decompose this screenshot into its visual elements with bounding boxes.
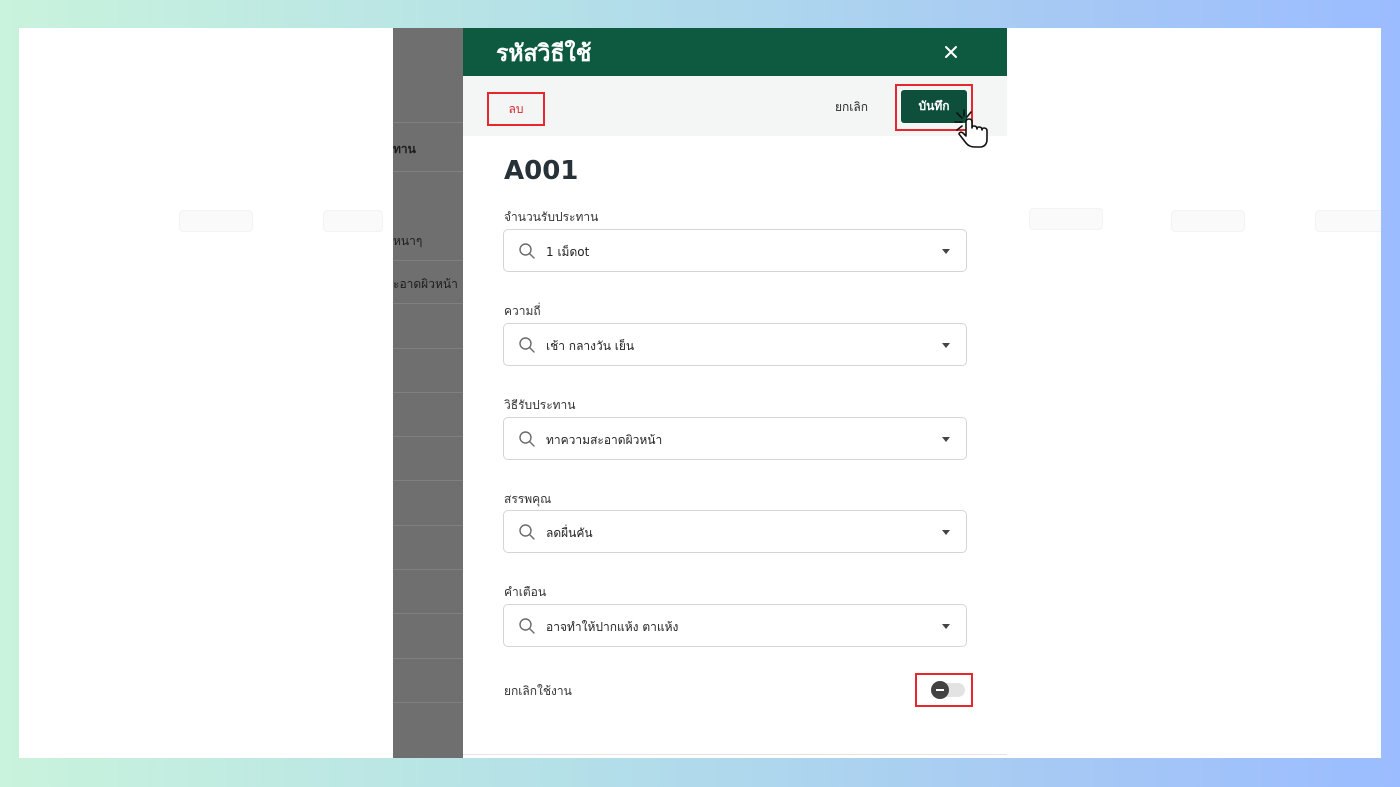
search-icon bbox=[519, 618, 535, 634]
divider bbox=[463, 754, 1007, 755]
field-label: คำเตือน bbox=[504, 585, 547, 599]
search-icon bbox=[519, 524, 535, 540]
method-select[interactable]: ทาความสะอาดผิวหน้า bbox=[503, 417, 967, 460]
background-pill bbox=[1171, 210, 1245, 232]
search-icon bbox=[519, 243, 535, 259]
code-title: A001 bbox=[504, 156, 579, 186]
background-pill bbox=[1315, 210, 1381, 232]
close-icon[interactable] bbox=[939, 40, 963, 64]
background-list: ทาน หนาๆ ะอาดผิวหน้า bbox=[393, 28, 463, 758]
select-value: อาจทำให้ปากแห้ง ตาแห้ง bbox=[546, 620, 679, 634]
background-list-row: ะอาดผิวหน้า bbox=[393, 277, 458, 291]
chevron-down-icon bbox=[942, 249, 950, 254]
cancel-button[interactable]: ยกเลิก bbox=[835, 98, 868, 117]
divider bbox=[393, 658, 463, 659]
modal-header: รหัสวิธีใช้ bbox=[463, 28, 1007, 76]
chevron-down-icon bbox=[942, 530, 950, 535]
disable-toggle[interactable] bbox=[931, 681, 965, 699]
select-value: 1 เม็ดot bbox=[546, 245, 590, 259]
divider bbox=[393, 702, 463, 703]
field-label: วิธีรับประทาน bbox=[504, 398, 576, 412]
background-list-row: หนาๆ bbox=[393, 234, 423, 248]
divider bbox=[393, 392, 463, 393]
divider bbox=[393, 260, 463, 261]
action-bar: ลบ ยกเลิก บันทึก bbox=[463, 76, 1007, 136]
chevron-down-icon bbox=[942, 624, 950, 629]
properties-select[interactable]: ลดผื่นคัน bbox=[503, 510, 967, 553]
search-icon bbox=[519, 431, 535, 447]
delete-button[interactable]: ลบ bbox=[487, 92, 545, 126]
select-value: ทาความสะอาดผิวหน้า bbox=[546, 433, 663, 447]
chevron-down-icon bbox=[942, 437, 950, 442]
chevron-down-icon bbox=[942, 343, 950, 348]
divider bbox=[393, 348, 463, 349]
select-value: เช้า กลางวัน เย็น bbox=[546, 339, 635, 353]
background-pill bbox=[1029, 208, 1103, 230]
field-label: สรรพคุณ bbox=[504, 492, 552, 506]
field-label: ความถี่ bbox=[504, 304, 541, 318]
frequency-select[interactable]: เช้า กลางวัน เย็น bbox=[503, 323, 967, 366]
modal-title: รหัสวิธีใช้ bbox=[496, 41, 592, 67]
divider bbox=[393, 436, 463, 437]
background-pill bbox=[323, 210, 383, 232]
dosage-select[interactable]: 1 เม็ดot bbox=[503, 229, 967, 272]
screenshot-frame: ทาน หนาๆ ะอาดผิวหน้า รหัสวิธีใช้ ลบ ยกเล… bbox=[19, 28, 1381, 758]
disable-toggle-label: ยกเลิกใช้งาน bbox=[504, 684, 572, 698]
background-list-header-text: ทาน bbox=[393, 142, 416, 156]
divider bbox=[393, 480, 463, 481]
usage-code-modal: รหัสวิธีใช้ ลบ ยกเลิก บันทึก A001 จำนวนร… bbox=[463, 28, 1007, 758]
warning-select[interactable]: อาจทำให้ปากแห้ง ตาแห้ง bbox=[503, 604, 967, 647]
hand-pointer-icon bbox=[954, 109, 988, 148]
select-value: ลดผื่นคัน bbox=[546, 526, 593, 540]
field-label: จำนวนรับประทาน bbox=[504, 210, 599, 224]
divider bbox=[393, 613, 463, 614]
toggle-knob bbox=[931, 681, 949, 699]
divider bbox=[393, 303, 463, 304]
divider bbox=[393, 569, 463, 570]
background-pill bbox=[179, 210, 253, 232]
divider bbox=[393, 525, 463, 526]
search-icon bbox=[519, 337, 535, 353]
